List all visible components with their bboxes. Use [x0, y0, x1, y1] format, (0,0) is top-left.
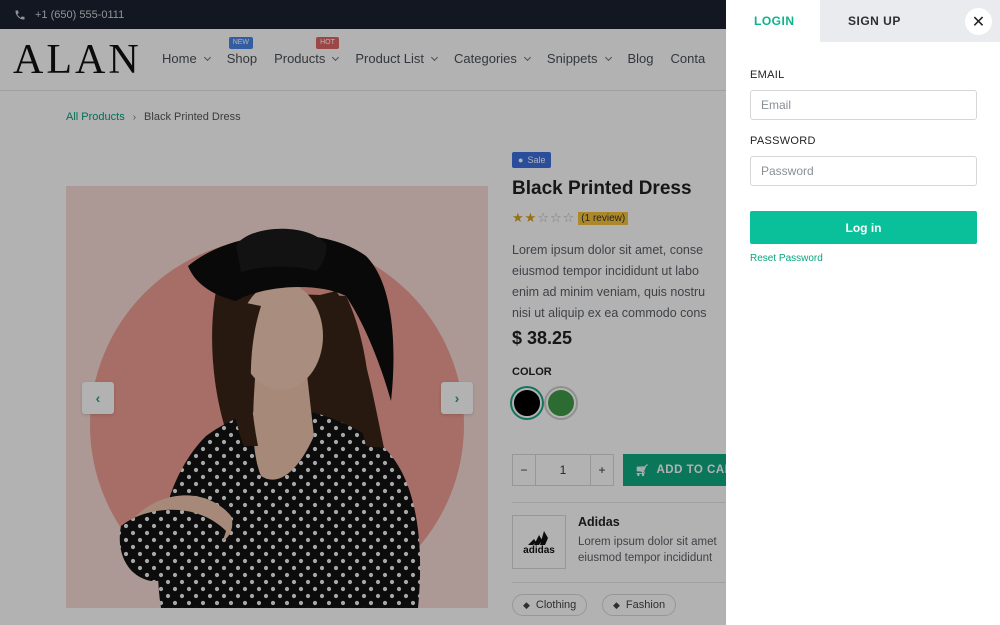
password-field[interactable] [750, 156, 977, 186]
login-panel: LOGIN SIGN UP ✕ EMAIL PASSWORD Log in Re… [726, 0, 1000, 625]
close-icon: ✕ [971, 13, 986, 31]
login-button[interactable]: Log in [750, 211, 977, 244]
auth-tabs: LOGIN SIGN UP [726, 0, 1000, 42]
password-label: PASSWORD [750, 135, 816, 147]
close-button[interactable]: ✕ [965, 8, 992, 35]
reset-password-link[interactable]: Reset Password [750, 253, 823, 264]
tab-login[interactable]: LOGIN [726, 0, 820, 42]
email-field[interactable] [750, 90, 977, 120]
email-label: EMAIL [750, 69, 785, 81]
